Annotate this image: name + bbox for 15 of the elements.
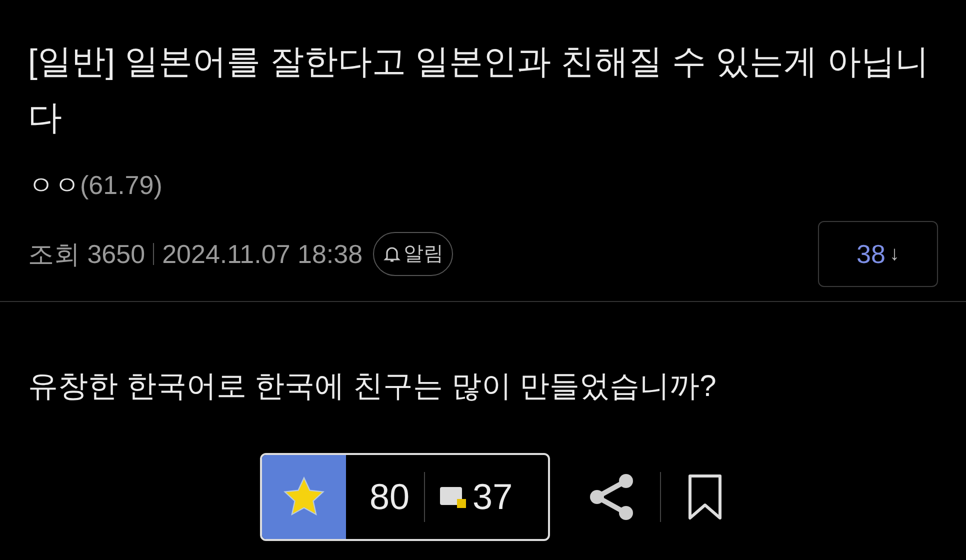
author-ip: (61.79) (80, 169, 162, 202)
alert-button[interactable]: 알림 (372, 232, 453, 276)
post-body: 유창한 한국어로 한국에 친구는 많이 만들었습니까? (27, 369, 718, 405)
post-title: [일반] 일본어를 잘한다고 일본인과 친해질 수 있는게 아닙니다 (28, 42, 930, 139)
comment-count-button[interactable]: 38↓ (818, 221, 938, 287)
view-count: 조회 3650 (28, 238, 146, 270)
bookmark-icon (686, 473, 722, 521)
bell-icon (382, 244, 402, 264)
recommend-button[interactable] (262, 455, 346, 539)
recommend-count: 80 (370, 475, 410, 519)
post-date: 2024.11.07 18:38 (162, 238, 363, 270)
reward-icon (438, 485, 467, 509)
author-name[interactable]: ㅇㅇ (28, 166, 80, 205)
reward-count: 37 (472, 475, 513, 519)
share-icon (588, 472, 634, 522)
